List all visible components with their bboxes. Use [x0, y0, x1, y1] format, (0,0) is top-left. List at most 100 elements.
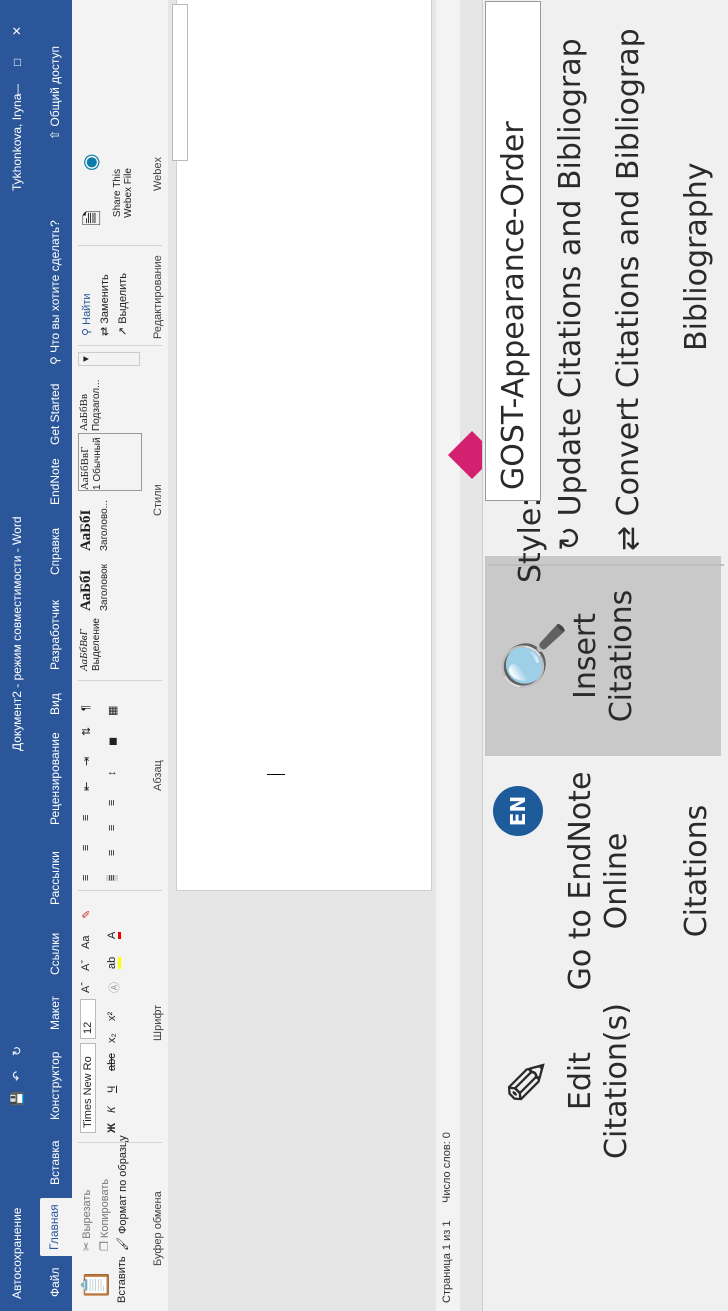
borders-icon[interactable]: ▦ [106, 706, 119, 716]
copy-button[interactable]: ❐ Копировать [98, 1179, 111, 1251]
go-to-endnote-online-button[interactable]: EN [493, 761, 543, 861]
paste-button[interactable]: Вставить [116, 1256, 128, 1303]
shading-icon[interactable]: ◼ [106, 737, 119, 746]
style-label: Style: [513, 497, 548, 583]
separator [78, 345, 162, 346]
subscript-button[interactable]: x₂ [106, 1033, 118, 1043]
pilcrow-icon[interactable]: ¶ [80, 705, 92, 711]
tab-home[interactable]: Главная [40, 1198, 72, 1256]
horizontal-scrollbar[interactable] [172, 4, 188, 161]
convert-citations-button[interactable]: ⇄ Convert Citations and Bibliograp [611, 28, 646, 551]
autosave-label: Автосохранение [10, 1207, 24, 1299]
style-emphasis[interactable]: АаБбВвГ Выделение [78, 615, 140, 671]
styles-scroll[interactable]: ▾ [78, 352, 140, 366]
tab-file[interactable]: Файл [46, 1261, 64, 1303]
style-select[interactable]: GOST-Appearance-Order [485, 1, 541, 501]
separator [78, 1142, 162, 1143]
ribbon: 📋 Вставить ✂ Вырезать ❐ Копировать 🖌 Фор… [72, 0, 169, 1311]
tab-mailings[interactable]: Рассылки [46, 845, 64, 911]
strike-button[interactable]: abc [106, 1053, 118, 1071]
tab-help[interactable]: Справка [46, 522, 64, 581]
tab-get-started[interactable]: Get Started [46, 378, 64, 451]
user-name[interactable]: Tykhonkova, Iryna [10, 94, 24, 191]
tab-design[interactable]: Конструктор [46, 1046, 64, 1126]
align-center-icon[interactable]: ≡ [106, 850, 118, 856]
webex-icon[interactable]: ◉ [78, 154, 103, 171]
redo-icon[interactable]: ↻ [10, 1046, 24, 1056]
find-button[interactable]: ⚲ Найти [80, 293, 93, 336]
font-group-label: Шрифт [152, 1004, 164, 1041]
tab-layout[interactable]: Макет [46, 990, 64, 1036]
edit-citations-icon: ✎ [495, 1056, 563, 1106]
align-right-icon[interactable]: ≡ [106, 825, 118, 831]
style-subtitle-label: Подзагол... [91, 379, 102, 431]
highlight-icon[interactable]: ab [106, 956, 121, 969]
replace-button[interactable]: ⇄ Заменить [98, 274, 111, 336]
style-subtitle[interactable]: АаБбВв Подзагол... [78, 375, 140, 431]
tab-view[interactable]: Вид [46, 687, 64, 721]
shrink-font-icon[interactable]: Aˇ [80, 960, 92, 971]
undo-icon[interactable]: ↶ [10, 1071, 24, 1081]
underline-button[interactable]: Ч [106, 1086, 118, 1093]
paste-icon[interactable]: 📋 [80, 1269, 111, 1301]
tell-me-label: Что вы хотите сделать? [48, 220, 62, 353]
tab-insert[interactable]: Вставка [46, 1134, 64, 1191]
multilevel-icon[interactable]: ≡ [80, 815, 92, 821]
clipboard-group-label: Буфер обмена [152, 1191, 164, 1266]
font-size-select[interactable]: 12 [80, 999, 96, 1039]
close-icon[interactable]: ✕ [10, 26, 24, 36]
edit-citations-button[interactable]: ✎ Edit Citation(s) [483, 1001, 635, 1161]
share-file-icon[interactable]: 🗎 [78, 210, 112, 226]
status-bar: Страница 1 из 1 Число слов: 0 [436, 0, 460, 1311]
separator [78, 680, 162, 681]
grow-font-icon[interactable]: Aˆ [80, 982, 92, 993]
font-color-icon[interactable]: A [106, 931, 121, 939]
clear-format-icon[interactable]: ✎ [80, 910, 93, 919]
select-button[interactable]: ↗ Выделить [116, 273, 129, 336]
tab-review[interactable]: Рецензирование [46, 726, 64, 831]
cut-button[interactable]: ✂ Вырезать [80, 1190, 93, 1251]
line-spacing-icon[interactable]: ↕ [106, 771, 118, 777]
style-normal[interactable]: АаБбВвГ 1 Обычный [78, 433, 142, 491]
styles-group-label: Стили [152, 484, 164, 516]
tab-endnote[interactable]: EndNote [46, 452, 64, 511]
update-icon: ↻ [553, 525, 588, 551]
tab-developer[interactable]: Разработчик [46, 594, 64, 676]
numbering-icon[interactable]: ≡ [80, 845, 92, 851]
endnote-ribbon-zoom: 🔍 Insert Citations EN Go to EndNote Onli… [482, 0, 728, 1311]
align-left-icon[interactable]: ≡ [106, 874, 118, 881]
share-button[interactable]: ⇧ Общий доступ [46, 40, 64, 146]
justify-icon[interactable]: ≡ [106, 800, 118, 806]
style-heading[interactable]: АаБбI Заголовок [78, 555, 140, 611]
superscript-button[interactable]: x² [106, 1012, 118, 1021]
save-icon[interactable]: 💾 [10, 1091, 24, 1106]
font-name-select[interactable]: Times New Ro [80, 1043, 96, 1133]
bold-button[interactable]: Ж [106, 1123, 118, 1133]
increase-indent-icon[interactable]: ⇥ [80, 757, 93, 766]
decrease-indent-icon[interactable]: ⇤ [80, 782, 93, 791]
text-effects-icon[interactable]: Ⓐ [106, 982, 122, 993]
format-painter-label: Формат по образцу [117, 1135, 129, 1234]
restore-icon[interactable]: □ [10, 59, 24, 66]
tell-me-box[interactable]: ⚲ Что вы хотите сделать? [46, 214, 64, 371]
tab-references[interactable]: Ссылки [46, 927, 64, 981]
page-count[interactable]: Страница 1 из 1 [441, 1221, 453, 1303]
word-window: Автосохранение 💾 ↶ ↻ Документ2 - режим с… [0, 0, 460, 1311]
update-citations-button[interactable]: ↻ Update Citations and Bibliograp [553, 38, 588, 551]
share-webex-button[interactable]: Share This Webex File [112, 153, 134, 233]
go-to-endnote-online-label: Go to EndNote Online [563, 761, 635, 1001]
document-page[interactable] [176, 0, 432, 891]
italic-button[interactable]: К [106, 1107, 118, 1113]
convert-citations-label: Convert Citations and Bibliograp [611, 28, 646, 517]
word-count[interactable]: Число слов: 0 [441, 1132, 453, 1203]
change-case-icon[interactable]: Aa [80, 936, 92, 949]
minimize-icon[interactable]: — [10, 84, 24, 96]
sort-icon[interactable]: ⇅ [80, 727, 93, 736]
format-painter-button[interactable]: 🖌 Формат по образцу [116, 1135, 129, 1251]
insert-citations-icon: 🔍 [499, 619, 567, 693]
bullets-icon[interactable]: ≡ [80, 875, 92, 881]
citations-group-label: Citations [679, 791, 715, 951]
insert-citations-button[interactable]: 🔍 Insert Citations [485, 556, 721, 756]
share-label: Общий доступ [48, 45, 62, 127]
style-heading-2[interactable]: АаБбI Заголово... [78, 495, 140, 551]
